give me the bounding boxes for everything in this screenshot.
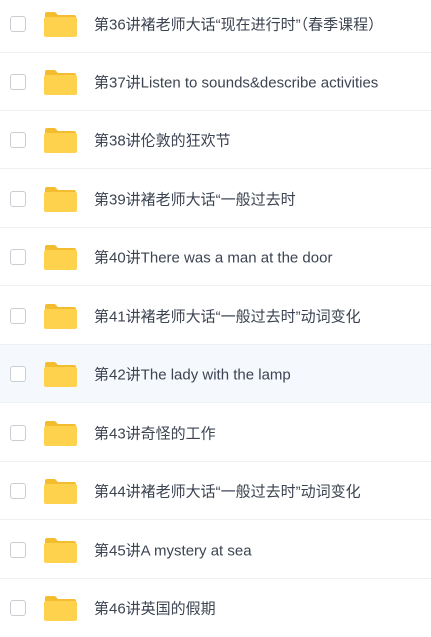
select-checkbox[interactable] <box>10 248 26 265</box>
file-row[interactable]: 第36讲褚老师大话“现在进行时”（春季课程） <box>0 0 431 53</box>
file-row[interactable]: 第43讲奇怪的工作 <box>0 404 431 462</box>
file-row[interactable]: 第46讲英国的假期 <box>0 579 431 637</box>
file-row[interactable]: 第44讲褚老师大话“一般过去时”动词变化 <box>0 462 431 520</box>
file-row[interactable]: 第38讲伦敦的狂欢节 <box>0 111 431 169</box>
file-row[interactable]: 第37讲Listen to sounds&describe activities <box>0 53 431 111</box>
select-checkbox[interactable] <box>10 541 26 558</box>
folder-icon <box>44 537 77 563</box>
select-checkbox[interactable] <box>10 190 26 207</box>
file-row[interactable]: 第45讲A mystery at sea <box>0 521 431 579</box>
folder-icon <box>44 420 77 446</box>
select-checkbox[interactable] <box>10 307 26 324</box>
file-name[interactable]: 第45讲A mystery at sea <box>94 539 252 560</box>
folder-icon <box>44 69 77 95</box>
file-name[interactable]: 第41讲褚老师大话“一般过去时”动词变化 <box>94 305 361 326</box>
file-name[interactable]: 第38讲伦敦的狂欢节 <box>94 129 231 150</box>
select-checkbox[interactable] <box>10 482 26 499</box>
file-name[interactable]: 第42讲The lady with the lamp <box>94 363 291 384</box>
file-name[interactable]: 第40讲There was a man at the door <box>94 246 332 267</box>
select-checkbox[interactable] <box>10 365 26 382</box>
select-checkbox[interactable] <box>10 424 26 441</box>
folder-icon <box>44 11 77 37</box>
folder-icon <box>44 244 77 270</box>
select-checkbox[interactable] <box>10 73 26 90</box>
file-name[interactable]: 第43讲奇怪的工作 <box>94 422 216 443</box>
file-row[interactable]: 第40讲There was a man at the door <box>0 228 431 286</box>
file-name[interactable]: 第46讲英国的假期 <box>94 598 216 619</box>
select-checkbox[interactable] <box>10 600 26 616</box>
file-name[interactable]: 第37讲Listen to sounds&describe activities <box>94 71 378 92</box>
file-list: 第36讲褚老师大话“现在进行时”（春季课程） 第37讲Listen to sou… <box>0 0 431 629</box>
folder-icon <box>44 303 77 329</box>
file-row[interactable]: 第39讲褚老师大话“一般过去时 <box>0 170 431 228</box>
file-name[interactable]: 第39讲褚老师大话“一般过去时 <box>94 188 296 209</box>
file-name[interactable]: 第36讲褚老师大话“现在进行时”（春季课程） <box>94 13 383 34</box>
file-name[interactable]: 第44讲褚老师大话“一般过去时”动词变化 <box>94 480 361 501</box>
folder-icon <box>44 361 77 387</box>
file-row[interactable]: 第42讲The lady with the lamp <box>0 345 431 403</box>
select-checkbox[interactable] <box>10 15 26 32</box>
folder-icon <box>44 186 77 212</box>
select-checkbox[interactable] <box>10 131 26 148</box>
folder-icon <box>44 127 77 153</box>
folder-icon <box>44 596 77 621</box>
file-row[interactable]: 第41讲褚老师大话“一般过去时”动词变化 <box>0 287 431 345</box>
folder-icon <box>44 478 77 504</box>
